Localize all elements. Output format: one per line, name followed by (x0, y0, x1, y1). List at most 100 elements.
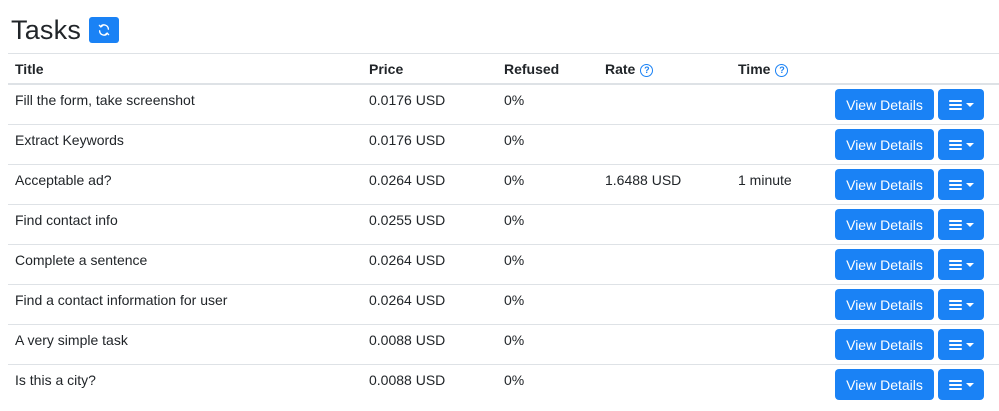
task-title: Extract Keywords (15, 132, 124, 148)
task-time (738, 325, 828, 332)
hamburger-menu-icon (948, 259, 962, 270)
hamburger-menu-icon (948, 379, 962, 390)
task-refused-cell: 0% (497, 204, 598, 245)
task-title-cell: Fill the form, take screenshot (8, 84, 362, 125)
view-details-button[interactable]: View Details (835, 369, 934, 400)
task-actions-cell: View Details (828, 324, 999, 365)
task-title: Complete a sentence (15, 252, 148, 268)
hamburger-menu-icon (948, 99, 962, 110)
task-actions-cell: View Details (828, 204, 999, 245)
actions-menu-button[interactable] (938, 249, 984, 280)
task-time-cell (731, 244, 828, 285)
view-details-label: View Details (846, 296, 923, 313)
task-refused: 0% (504, 372, 525, 388)
task-time-cell (731, 324, 828, 365)
task-price-cell: 0.0264 USD (362, 164, 497, 205)
caret-down-icon (965, 182, 974, 187)
table-row: Fill the form, take screenshot 0.0176 US… (8, 84, 999, 125)
view-details-button[interactable]: View Details (835, 329, 934, 360)
view-details-button[interactable]: View Details (835, 289, 934, 320)
task-time-cell (731, 365, 828, 405)
task-price-cell: 0.0264 USD (362, 284, 497, 325)
task-rate: 1.6488 USD (605, 172, 682, 188)
task-actions: View Details (835, 329, 999, 360)
task-actions: View Details (835, 129, 999, 160)
task-title-cell: Complete a sentence (8, 244, 362, 285)
view-details-button[interactable]: View Details (835, 209, 934, 240)
task-refused: 0% (504, 132, 525, 148)
hamburger-menu-icon (948, 179, 962, 190)
task-rate-cell: 1.6488 USD (598, 164, 731, 205)
view-details-button[interactable]: View Details (835, 249, 934, 280)
task-title-cell: Extract Keywords (8, 124, 362, 165)
tasks-table-container: Title Price Refused Rate? Time? Fill the… (8, 53, 999, 404)
caret-down-icon (965, 342, 974, 347)
view-details-button[interactable]: View Details (835, 89, 934, 120)
task-refused: 0% (504, 92, 525, 108)
task-time-cell (731, 204, 828, 245)
task-price: 0.0264 USD (369, 292, 446, 308)
view-details-label: View Details (846, 136, 923, 153)
task-rate-cell (598, 204, 731, 245)
task-rate (605, 325, 731, 332)
column-header-price[interactable]: Price (362, 54, 497, 85)
view-details-label: View Details (846, 376, 923, 393)
column-header-rate[interactable]: Rate? (598, 54, 731, 85)
caret-down-icon (965, 382, 974, 387)
column-header-actions (828, 54, 999, 85)
table-row: Is this a city? 0.0088 USD 0% View Detai… (8, 365, 999, 405)
task-title-cell: A very simple task (8, 324, 362, 365)
task-rate-cell (598, 324, 731, 365)
view-details-label: View Details (846, 176, 923, 193)
task-actions-cell: View Details (828, 244, 999, 285)
actions-menu-button[interactable] (938, 329, 984, 360)
task-rate-cell (598, 124, 731, 165)
task-title: A very simple task (15, 332, 128, 348)
task-price-cell: 0.0176 USD (362, 124, 497, 165)
task-price: 0.0088 USD (369, 372, 446, 388)
task-rate (605, 85, 731, 92)
column-header-refused[interactable]: Refused (497, 54, 598, 85)
task-price-cell: 0.0088 USD (362, 365, 497, 405)
question-circle-icon[interactable]: ? (640, 63, 654, 77)
task-refused: 0% (504, 332, 525, 348)
task-price-cell: 0.0255 USD (362, 204, 497, 245)
task-refused-cell: 0% (497, 365, 598, 405)
view-details-label: View Details (846, 216, 923, 233)
column-header-title[interactable]: Title (8, 54, 362, 85)
table-row: Extract Keywords 0.0176 USD 0% View Deta… (8, 124, 999, 165)
task-rate (605, 125, 731, 132)
actions-menu-button[interactable] (938, 89, 984, 120)
task-title-cell: Find a contact information for user (8, 284, 362, 325)
caret-down-icon (965, 222, 974, 227)
page-title: Tasks (11, 14, 82, 45)
task-price: 0.0088 USD (369, 332, 446, 348)
task-refused-cell: 0% (497, 84, 598, 125)
view-details-button[interactable]: View Details (835, 129, 934, 160)
table-row: A very simple task 0.0088 USD 0% View De… (8, 324, 999, 365)
view-details-label: View Details (846, 96, 923, 113)
task-time (738, 85, 828, 92)
task-title: Is this a city? (15, 372, 96, 388)
hamburger-menu-icon (948, 299, 962, 310)
actions-menu-button[interactable] (938, 289, 984, 320)
question-circle-icon[interactable]: ? (775, 63, 789, 77)
column-header-time-label: Time (738, 60, 771, 77)
actions-menu-button[interactable] (938, 209, 984, 240)
task-refused-cell: 0% (497, 324, 598, 365)
caret-down-icon (965, 262, 974, 267)
task-actions-cell: View Details (828, 365, 999, 405)
task-refused-cell: 0% (497, 244, 598, 285)
view-details-button[interactable]: View Details (835, 169, 934, 200)
hamburger-menu-icon (948, 219, 962, 230)
task-time-cell (731, 84, 828, 125)
task-refused: 0% (504, 252, 525, 268)
actions-menu-button[interactable] (938, 369, 984, 400)
column-header-time[interactable]: Time? (731, 54, 828, 85)
task-refused-cell: 0% (497, 124, 598, 165)
task-price: 0.0264 USD (369, 252, 446, 268)
actions-menu-button[interactable] (938, 129, 984, 160)
actions-menu-button[interactable] (938, 169, 984, 200)
caret-down-icon (965, 142, 974, 147)
refresh-button[interactable] (89, 17, 120, 43)
